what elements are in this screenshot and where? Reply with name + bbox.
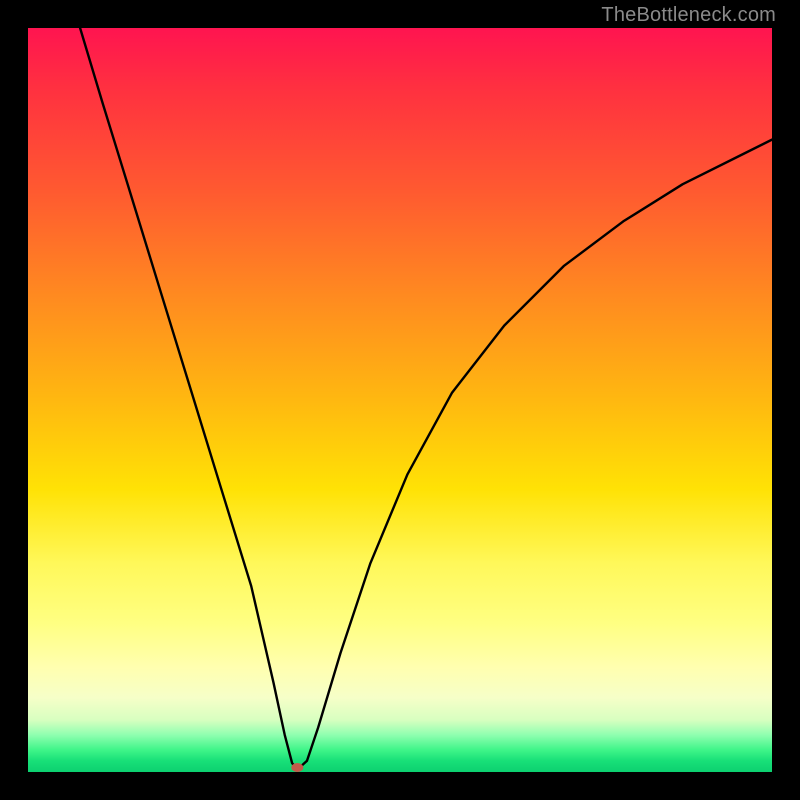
plot-area bbox=[28, 28, 772, 772]
chart-frame: TheBottleneck.com bbox=[0, 0, 800, 800]
watermark-text: TheBottleneck.com bbox=[601, 4, 776, 27]
curve-layer bbox=[28, 28, 772, 772]
minimum-marker bbox=[291, 763, 303, 772]
curve-path bbox=[80, 28, 772, 768]
